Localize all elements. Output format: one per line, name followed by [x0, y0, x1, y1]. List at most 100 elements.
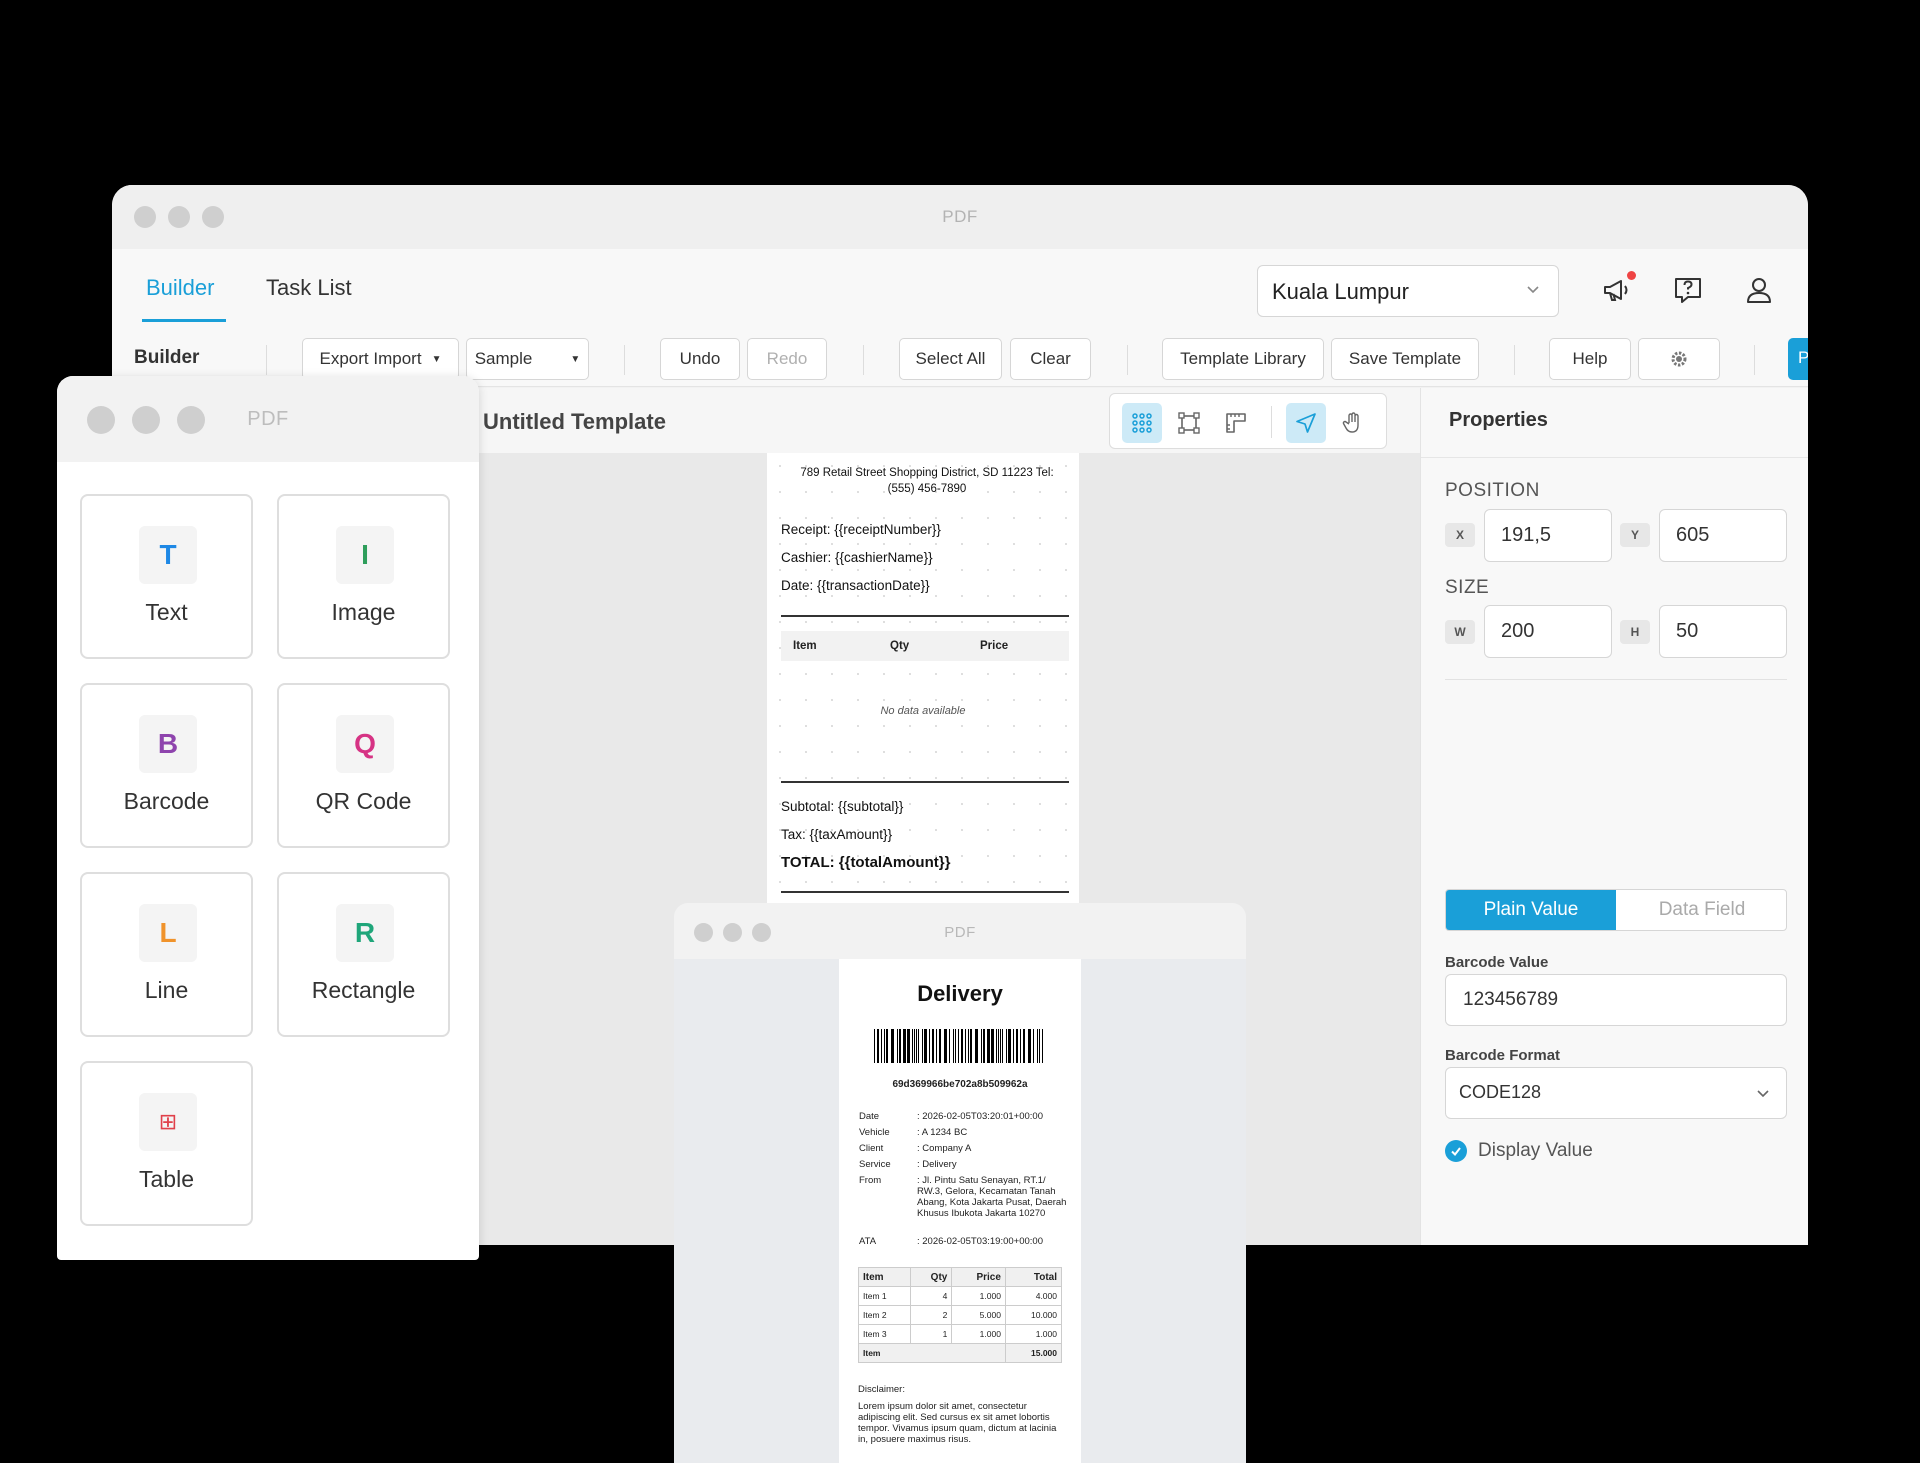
x-tag: X: [1445, 523, 1475, 547]
field-value: : Company A: [917, 1143, 972, 1154]
table-cell: 2: [910, 1305, 953, 1325]
gear-icon: [1671, 351, 1687, 367]
settings-button[interactable]: [1638, 338, 1720, 380]
grid-toggle[interactable]: [1122, 403, 1162, 443]
barcode-bar: [1020, 1029, 1021, 1063]
add-line-element[interactable]: L Line: [80, 872, 253, 1037]
barcode-value-input[interactable]: 123456789: [1445, 974, 1787, 1026]
chevron-down-icon: [1527, 286, 1539, 294]
select-all-button[interactable]: Select All: [899, 338, 1002, 380]
tab-builder[interactable]: Builder: [146, 275, 214, 301]
divider-line[interactable]: [781, 615, 1069, 617]
ruler-toggle[interactable]: [1216, 403, 1256, 443]
column-header: Qty: [910, 1267, 953, 1287]
table-header-row: Item Qty Price Total: [857, 1267, 1063, 1287]
qr-code-icon: Q: [336, 715, 394, 773]
location-select[interactable]: Kuala Lumpur: [1257, 265, 1559, 317]
barcode-bar: [958, 1029, 959, 1063]
element-palette-window: PDF T Text I Image B Barcode Q QR Code L…: [57, 376, 479, 1260]
select-tool[interactable]: [1286, 403, 1326, 443]
add-barcode-element[interactable]: B Barcode: [80, 683, 253, 848]
barcode-bar: [874, 1029, 875, 1063]
primary-action-button[interactable]: P: [1788, 338, 1808, 380]
receipt-number-field[interactable]: Receipt: {{receiptNumber}}: [781, 522, 941, 537]
megaphone-icon[interactable]: [1600, 274, 1632, 306]
field-value: : A 1234 BC: [917, 1127, 968, 1138]
divider-line[interactable]: [781, 891, 1069, 893]
add-image-element[interactable]: I Image: [277, 494, 450, 659]
barcode-bar: [953, 1029, 954, 1063]
pan-tool[interactable]: [1333, 403, 1373, 443]
field-value: : 2026-02-05T03:20:01+00:00: [917, 1111, 1043, 1122]
caret-down-icon: ▼: [431, 353, 442, 365]
barcode-bar: [916, 1029, 917, 1063]
h-tag: H: [1620, 620, 1650, 644]
barcode-bar: [1016, 1029, 1018, 1063]
help-chat-icon[interactable]: [1672, 274, 1704, 306]
bounds-toggle[interactable]: [1169, 403, 1209, 443]
properties-header: Properties: [1421, 388, 1808, 458]
add-rectangle-element[interactable]: R Rectangle: [277, 872, 450, 1037]
delivery-document: Delivery 69d369966be702a8b509962a Date :…: [839, 959, 1081, 1463]
redo-button[interactable]: Redo: [747, 338, 827, 380]
disclaimer-text: Lorem ipsum dolor sit amet, consectetur …: [858, 1401, 1057, 1445]
transaction-date-field[interactable]: Date: {{transactionDate}}: [781, 578, 930, 593]
sample-button[interactable]: Sample ▼: [466, 338, 589, 380]
barcode-bar: [903, 1029, 906, 1063]
tab-task-list[interactable]: Task List: [266, 275, 352, 301]
template-library-button[interactable]: Template Library: [1162, 338, 1324, 380]
save-template-button[interactable]: Save Template: [1331, 338, 1479, 380]
field-key: From: [859, 1175, 882, 1186]
x-input[interactable]: 191,5: [1484, 509, 1612, 562]
total-field[interactable]: TOTAL: {{totalAmount}}: [781, 854, 950, 871]
plain-value-option[interactable]: Plain Value: [1446, 890, 1616, 930]
help-button[interactable]: Help: [1549, 338, 1631, 380]
subtotal-field[interactable]: Subtotal: {{subtotal}}: [781, 799, 903, 814]
table-cell: 10.000: [1004, 1305, 1063, 1325]
display-value-checkbox[interactable]: [1445, 1140, 1467, 1162]
clear-button[interactable]: Clear: [1010, 338, 1091, 380]
tile-label: Text: [145, 599, 188, 625]
frame-icon: [1178, 412, 1200, 434]
properties-panel: Properties POSITION X 191,5 Y 605 SIZE W…: [1420, 388, 1808, 1245]
image-icon: I: [336, 526, 394, 584]
window-title: PDF: [247, 408, 289, 430]
barcode-bar: [877, 1029, 879, 1063]
field-value: : Jl. Pintu Satu Senayan, RT.1/ RW.3, Ge…: [917, 1175, 1067, 1219]
y-input[interactable]: 605: [1659, 509, 1787, 562]
table-cell: 1.000: [951, 1286, 1006, 1306]
barcode-bar: [899, 1029, 901, 1063]
add-qr-code-element[interactable]: Q QR Code: [277, 683, 450, 848]
table-footer-row: Item 15.000: [858, 1343, 1063, 1363]
store-address[interactable]: 789 Retail Street Shopping District, SD …: [787, 465, 1067, 497]
barcode-bar: [1006, 1029, 1007, 1063]
toolbar-divider: [624, 345, 625, 375]
export-import-button[interactable]: Export Import ▼: [302, 338, 459, 380]
table-cell: Item 1: [857, 1286, 912, 1306]
location-select-value: Kuala Lumpur: [1272, 279, 1409, 304]
width-input[interactable]: 200: [1484, 605, 1612, 658]
barcode-image: [874, 1029, 1043, 1063]
field-value: : Delivery: [917, 1159, 957, 1170]
undo-button[interactable]: Undo: [660, 338, 740, 380]
cashier-field[interactable]: Cashier: {{cashierName}}: [781, 550, 933, 565]
tax-field[interactable]: Tax: {{taxAmount}}: [781, 827, 892, 842]
table-cell: 4: [910, 1286, 953, 1306]
divider-line[interactable]: [781, 781, 1069, 783]
tile-label: Image: [331, 599, 396, 625]
barcode-bar: [881, 1029, 882, 1063]
add-text-element[interactable]: T Text: [80, 494, 253, 659]
tile-label: Line: [144, 977, 189, 1003]
items-table-header[interactable]: Item Qty Price: [781, 631, 1069, 661]
add-table-element[interactable]: ⊞ Table: [80, 1061, 253, 1226]
height-input[interactable]: 50: [1659, 605, 1787, 658]
data-field-option[interactable]: Data Field: [1617, 890, 1786, 930]
template-name[interactable]: Untitled Template: [483, 409, 666, 435]
barcode-bar: [922, 1029, 923, 1063]
barcode-format-select[interactable]: CODE128: [1445, 1067, 1787, 1119]
barcode-bar: [970, 1029, 972, 1063]
barcode-bar: [884, 1029, 885, 1063]
barcode-bar: [1023, 1029, 1025, 1063]
main-titlebar: PDF: [112, 185, 1808, 249]
user-icon[interactable]: [1743, 274, 1775, 306]
